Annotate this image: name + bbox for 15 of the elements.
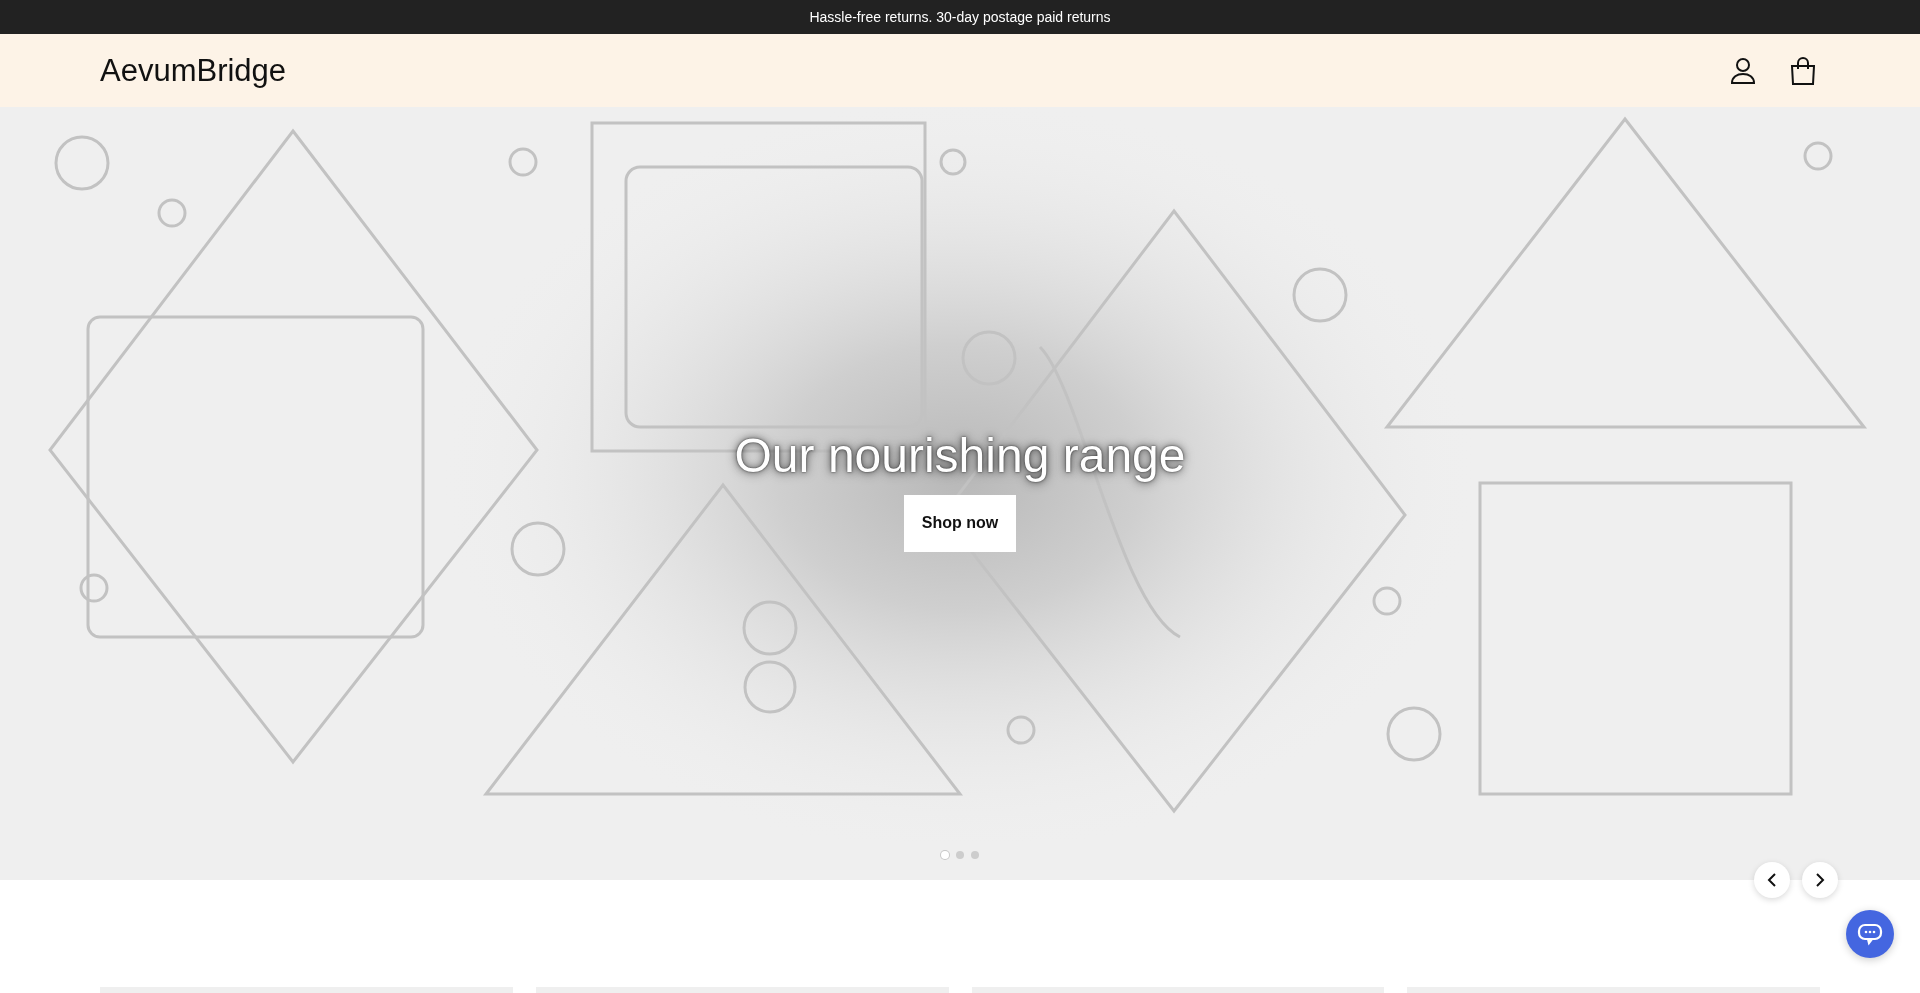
chevron-right-icon	[1815, 873, 1825, 887]
person-icon	[1730, 56, 1756, 85]
shop-now-button[interactable]: Shop now	[903, 494, 1017, 552]
slide-dot[interactable]	[971, 851, 979, 859]
announcement-text: Hassle-free returns. 30-day postage paid returns	[809, 9, 1111, 25]
cart-button[interactable]	[1788, 54, 1818, 87]
chevron-left-icon	[1767, 873, 1777, 887]
shopping-bag-icon	[1790, 56, 1816, 85]
chat-button[interactable]	[1846, 910, 1894, 958]
slide-dot[interactable]	[941, 851, 949, 859]
next-slide-button[interactable]	[1802, 862, 1838, 898]
hero-title: Our nourishing range	[734, 428, 1186, 484]
previous-slide-button[interactable]	[1754, 862, 1790, 898]
slide-dot[interactable]	[956, 851, 964, 859]
chat-bubble-icon	[1857, 922, 1883, 946]
